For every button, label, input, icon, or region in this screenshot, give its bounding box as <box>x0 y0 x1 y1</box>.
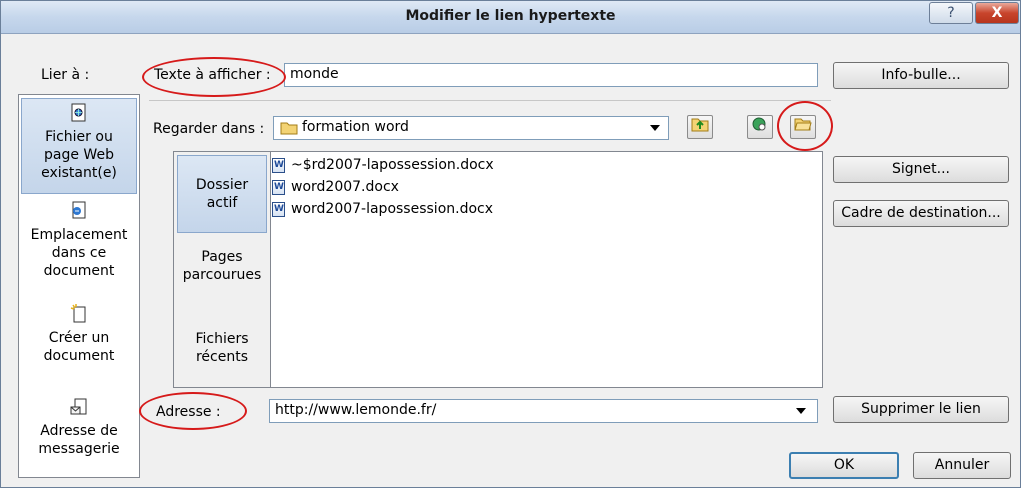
web-file-icon <box>70 103 88 123</box>
file-list: ~$rd2007-lapossession.docx word2007.docx… <box>272 154 494 220</box>
link-type-place-in-document[interactable]: Emplacement dans ce document <box>21 197 137 287</box>
file-name: word2007-lapossession.docx <box>291 201 494 217</box>
title-bar: Modifier le lien hypertexte ? X <box>1 1 1020 34</box>
browse-web-icon <box>751 117 769 136</box>
link-type-panel: Fichier ou page Web existant(e) Emplacem… <box>18 94 140 478</box>
close-button[interactable]: X <box>975 2 1019 24</box>
tab-label: Dossier actif <box>195 177 249 211</box>
link-type-label: Créer un document <box>43 330 115 364</box>
help-button[interactable]: ? <box>929 2 973 24</box>
separator <box>149 100 831 101</box>
screentip-button[interactable]: Info-bulle... <box>833 62 1009 89</box>
target-frame-button[interactable]: Cadre de destination... <box>833 200 1009 227</box>
email-icon <box>70 397 88 417</box>
list-item[interactable]: word2007.docx <box>272 176 494 198</box>
list-item[interactable]: ~$rd2007-lapossession.docx <box>272 154 494 176</box>
link-to-label: Lier à : <box>41 67 90 83</box>
up-folder-icon <box>691 118 709 136</box>
file-name: word2007.docx <box>291 179 399 195</box>
link-type-email[interactable]: Adresse de messagerie <box>21 393 137 473</box>
link-type-existing-file[interactable]: Fichier ou page Web existant(e) <box>21 98 137 194</box>
display-text-label: Texte à afficher : <box>154 67 271 83</box>
word-document-icon <box>272 157 285 173</box>
folder-icon <box>280 121 298 139</box>
open-folder-icon <box>794 118 812 136</box>
look-in-dropdown[interactable]: formation word <box>273 116 669 140</box>
display-text-input[interactable]: monde <box>284 63 818 87</box>
file-name: ~$rd2007-lapossession.docx <box>291 157 494 173</box>
link-type-label: Fichier ou page Web existant(e) <box>41 129 117 181</box>
tab-browsed-pages[interactable]: Pages parcourues <box>177 248 267 308</box>
dialog-title: Modifier le lien hypertexte <box>405 8 616 24</box>
browse-file-button[interactable] <box>790 115 816 139</box>
word-document-icon <box>272 201 285 217</box>
tab-label: Pages parcourues <box>182 249 262 283</box>
document-place-icon <box>70 201 88 221</box>
hyperlink-dialog: Modifier le lien hypertexte ? X Lier à :… <box>0 0 1021 488</box>
browse-panel: Dossier actif Pages parcourues Fichiers … <box>173 151 823 388</box>
browse-tabs: Dossier actif Pages parcourues Fichiers … <box>174 152 271 387</box>
tab-recent-files[interactable]: Fichiers récents <box>177 330 267 380</box>
browse-web-button[interactable] <box>747 115 773 139</box>
bookmark-button[interactable]: Signet... <box>833 156 1009 183</box>
tab-current-folder[interactable]: Dossier actif <box>177 155 267 233</box>
chevron-down-icon <box>796 408 806 414</box>
address-input[interactable]: http://www.lemonde.fr/ <box>269 399 818 423</box>
look-in-value: formation word <box>302 119 409 135</box>
tab-label: Fichiers récents <box>195 331 249 365</box>
new-document-icon <box>70 304 88 324</box>
look-in-label: Regarder dans : <box>153 121 265 137</box>
link-type-label: Emplacement dans ce document <box>30 227 128 279</box>
cancel-button[interactable]: Annuler <box>913 452 1011 479</box>
remove-link-button[interactable]: Supprimer le lien <box>833 396 1009 423</box>
link-type-new-document[interactable]: Créer un document <box>21 300 137 380</box>
address-value: http://www.lemonde.fr/ <box>275 402 437 418</box>
word-document-icon <box>272 179 285 195</box>
ok-button[interactable]: OK <box>789 452 899 479</box>
address-label: Adresse : <box>156 404 221 420</box>
list-item[interactable]: word2007-lapossession.docx <box>272 198 494 220</box>
link-type-label: Adresse de messagerie <box>38 423 120 457</box>
up-folder-button[interactable] <box>687 115 713 139</box>
chevron-down-icon <box>650 125 660 131</box>
